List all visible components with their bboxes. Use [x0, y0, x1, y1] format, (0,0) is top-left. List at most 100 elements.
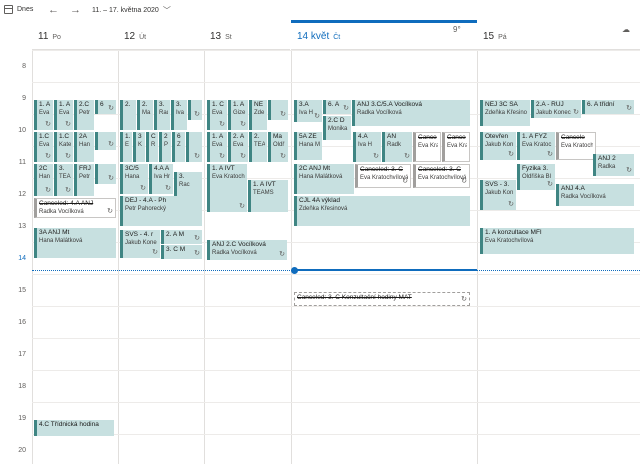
calendar-event[interactable]: 1. E	[120, 132, 132, 162]
calendar-event[interactable]: 2. TEA	[249, 132, 267, 162]
calendar-event[interactable]: 2. A M ↻	[161, 230, 202, 244]
calendar-event[interactable]: 2.C Petr	[74, 100, 94, 130]
calendar-event[interactable]: 1.C Kate ↻	[54, 132, 73, 162]
calendar-event[interactable]: 2.A - RUJ Jakub Konec ↻	[531, 100, 581, 118]
calendar-event[interactable]: 1. A Eva ↻	[207, 132, 227, 162]
calendar-event-canceled[interactable]: Canceled: 3. C Konzultační hodiny MAT ↻	[294, 292, 470, 306]
calendar-event[interactable]: ANJ 2 Radka ↻	[593, 154, 634, 176]
hour-label: 18	[18, 383, 26, 390]
calendar-event[interactable]: 6. A třídní ↻	[582, 100, 634, 114]
hour-line	[32, 434, 640, 435]
hour-label: 8	[22, 63, 26, 70]
hour-label: 11	[18, 159, 26, 166]
date-range-picker[interactable]: 11. – 17. května 2020 ﹀	[92, 5, 171, 16]
calendar-event[interactable]: 6 ↻	[95, 100, 116, 114]
calendar-event[interactable]: ↻	[95, 132, 116, 150]
calendar-event[interactable]: ↻	[268, 100, 288, 120]
calendar-event[interactable]: 3. C M ↻	[161, 245, 202, 259]
calendar-event-canceled[interactable]: Canceled: 4.A ANJ Radka Vocílková ↻	[34, 198, 116, 218]
calendar-event[interactable]: SVS - 4. r Jakub Kone ↻	[120, 230, 160, 258]
day-name: St	[225, 34, 232, 41]
calendar-event[interactable]: ↻	[188, 100, 202, 120]
calendar-event[interactable]: ↻	[186, 132, 202, 162]
today-button[interactable]: Dnes	[4, 5, 33, 14]
calendar-event[interactable]: 1. A Eva ↻	[54, 100, 73, 130]
date-range-label: 11. – 17. května 2020	[92, 7, 159, 14]
hour-line	[32, 82, 640, 83]
hour-label: 16	[18, 319, 26, 326]
calendar-event[interactable]: 3C/5 Hana ↻	[120, 164, 148, 194]
calendar-event[interactable]: ANJ 2.C Vocílková Radka Vocílková ↻	[207, 240, 287, 260]
calendar-event[interactable]: 1. C Eva ↻	[207, 100, 227, 130]
calendar-event[interactable]: 3.Rad	[154, 100, 170, 130]
calendar-event[interactable]: 1. A Eva ↻	[34, 100, 53, 130]
hour-label: 19	[18, 415, 26, 422]
forward-arrow-icon[interactable]: →	[70, 4, 81, 16]
hour-line	[32, 338, 640, 339]
calendar-event[interactable]: 5A ZE Hana M	[294, 132, 322, 160]
day-name: Po	[52, 34, 61, 41]
calendar-event[interactable]: AN Radk ↻	[382, 132, 412, 162]
calendar-event[interactable]: 1. A FYZ Eva Kratoc ↻	[517, 132, 555, 160]
calendar-event[interactable]: Fyzika 3. Oldřiška Bl ↻	[517, 164, 555, 190]
calendar-event[interactable]: 2A Han	[74, 132, 94, 162]
calendar-event-canceled[interactable]: Canceled: 3. C Eva Kratochvílová ↻	[413, 164, 470, 188]
calendar-event[interactable]: Ma Oldř ↻	[268, 132, 288, 162]
calendar-event[interactable]: 6Z	[172, 132, 185, 162]
day-number: 12	[124, 31, 136, 42]
calendar-event[interactable]: ANJ 3.C/5.A Vocílková Radka Vocílková	[352, 100, 470, 126]
calendar-event-canceled[interactable]: CanceEva Krat	[442, 132, 470, 162]
day-header-fri[interactable]: 15 Pá ☁	[477, 22, 640, 50]
calendar-event[interactable]: 4.A Iva H ↻	[353, 132, 381, 162]
calendar-event[interactable]: 3K	[133, 132, 145, 162]
hour-line	[32, 50, 640, 51]
calendar-event[interactable]: FRJ Petr	[74, 164, 94, 196]
calendar-event[interactable]: SVS - 3. Jakub Kon ↻	[480, 180, 516, 210]
day-header-mon[interactable]: 11 Po	[32, 22, 118, 50]
day-header-wed[interactable]: 13 St	[204, 22, 290, 50]
calendar-event[interactable]: Otevřen Jakub Kon ↻	[480, 132, 516, 160]
calendar-event[interactable]: 4.C Třídnická hodina	[34, 420, 114, 436]
calendar-event[interactable]: 3. Rac	[174, 172, 202, 196]
calendar-event[interactable]: 2C Han ↻	[34, 164, 53, 196]
calendar-event[interactable]: 2P	[159, 132, 171, 162]
calendar-event[interactable]: 2C ANJ Mt Hana Malátková	[294, 164, 354, 194]
day-number: 14 květ	[297, 31, 330, 42]
calendar-event[interactable]: NEJ 3C SA Zdeňka Křesino	[480, 100, 530, 126]
calendar-event[interactable]: 3A ANJ Mt Hana Malátková	[34, 228, 116, 258]
hour-label: 14	[18, 255, 26, 262]
hour-label: 17	[18, 351, 26, 358]
calendar-event[interactable]: 1.C Eva ↻	[34, 132, 53, 162]
day-number: 13	[210, 31, 222, 42]
calendar-event[interactable]: DEJ - 4.A - Ph Petr Pahorecký	[120, 196, 202, 226]
calendar-event[interactable]: 1. A IVT TEAMS	[248, 180, 288, 212]
calendar-event-canceled[interactable]: Cancele Eva Kratoch	[556, 132, 596, 160]
calendar-event[interactable]: 2.	[120, 100, 136, 130]
calendar-event[interactable]: 1. A konzultace MFI Eva Kratochvílová	[480, 228, 634, 254]
calendar-event[interactable]: ↻	[95, 164, 116, 184]
calendar-event[interactable]: 1. A IVT Eva Kratoch ↻	[207, 164, 247, 212]
calendar-event[interactable]: 3. TEA ↻	[54, 164, 73, 196]
calendar-event[interactable]: CJL 4A výklad Zdeňka Křesinová	[294, 196, 470, 226]
calendar-event[interactable]: 3.A Iva H ↻	[294, 100, 322, 122]
calendar-event[interactable]: CR	[146, 132, 158, 162]
calendar-event[interactable]: NE Zde	[249, 100, 267, 130]
current-time-line-today	[294, 269, 477, 271]
hour-line	[32, 370, 640, 371]
cloud-icon: ☁	[622, 25, 630, 34]
calendar-event[interactable]: 1. A Gize ↻	[228, 100, 248, 130]
calendar-event[interactable]: 2.C D Monika	[323, 116, 351, 140]
calendar-event[interactable]: 2. Ma	[137, 100, 153, 130]
calendar-event[interactable]: 3. Iva	[171, 100, 187, 130]
calendar-event-canceled[interactable]: CanceEva Krat	[413, 132, 441, 162]
calendar-event-canceled[interactable]: Canceled: 3. C Eva Kratochvílová ↻	[355, 164, 411, 188]
day-header-thu[interactable]: 14 květ Čt 9°	[291, 20, 477, 50]
calendar-event[interactable]: 2. A Eva ↻	[228, 132, 248, 162]
time-grid[interactable]: 8 9 10 11 12 13 14 15 16 17 18 19 20 1. …	[0, 50, 640, 464]
calendar-event[interactable]: ANJ 4.A Radka Vocílková	[556, 184, 634, 206]
calendar-event[interactable]: 6. A ↻	[323, 100, 351, 114]
day-header-tue[interactable]: 12 Út	[118, 22, 204, 50]
calendar-event[interactable]: 4.A A Iva Hr ↻	[149, 164, 173, 194]
back-arrow-icon[interactable]: ←	[48, 4, 59, 16]
hour-line	[32, 274, 640, 275]
